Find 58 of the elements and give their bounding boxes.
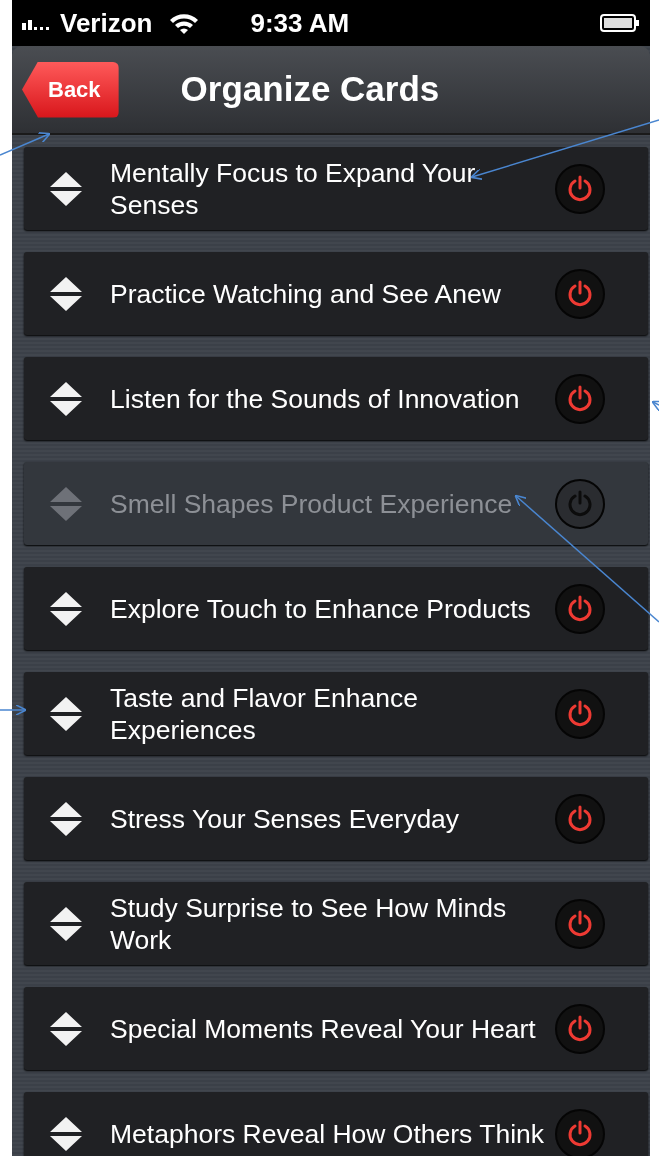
card-row[interactable]: Taste and Flavor Enhance Experiences [24,672,648,755]
card-title: Explore Touch to Enhance Products [110,592,532,625]
power-icon [567,804,593,833]
card-title: Practice Watching and See Anew [110,277,502,310]
power-toggle[interactable] [555,583,605,634]
power-toggle[interactable] [555,373,605,424]
reorder-icon[interactable] [50,591,82,626]
wifi-icon [168,11,201,35]
annotation-arrow [651,400,659,412]
card-title: Stress Your Senses Everyday [110,802,461,835]
card-row[interactable]: Mentally Focus to Expand Your Senses [24,147,648,230]
card-title: Listen for the Sounds of Innovation [110,382,521,415]
card-title: Smell Shapes Product Experience [110,487,514,520]
reorder-icon[interactable] [50,1116,82,1151]
power-icon [567,279,593,308]
power-toggle[interactable] [555,898,605,949]
power-icon [567,699,593,728]
power-icon [567,384,593,413]
battery-icon [600,13,640,33]
power-icon [567,594,593,623]
clock-time: 9:33 AM [250,6,350,40]
power-icon [567,1014,593,1043]
power-icon [567,489,593,518]
carrier-name: Verizon [60,6,153,40]
card-row[interactable]: Explore Touch to Enhance Products [24,567,648,650]
reorder-icon[interactable] [50,276,82,311]
screen-title: Organize Cards [180,68,440,111]
power-toggle[interactable] [555,1108,605,1156]
card-title: Mentally Focus to Expand Your Senses [110,156,477,221]
reorder-icon[interactable] [50,696,82,731]
card-title: Study Surprise to See How Minds Work [110,891,508,956]
annotation-arrow [0,132,51,156]
reorder-icon[interactable] [50,171,82,206]
power-icon [567,174,593,203]
card-row[interactable]: Practice Watching and See Anew [24,252,648,335]
reorder-icon[interactable] [50,801,82,836]
card-row[interactable]: Listen for the Sounds of Innovation [24,357,648,440]
power-toggle[interactable] [555,793,605,844]
power-toggle[interactable] [555,688,605,739]
card-row[interactable]: Metaphors Reveal How Others Think [24,1092,648,1156]
power-toggle[interactable] [555,478,605,529]
card-row[interactable]: Special Moments Reveal Your Heart [24,987,648,1070]
reorder-icon[interactable] [50,381,82,416]
power-icon [567,1119,593,1148]
annotation-arrow [0,703,27,717]
card-row[interactable]: Study Surprise to See How Minds Work [24,882,648,965]
card-title: Special Moments Reveal Your Heart [110,1012,537,1045]
back-button[interactable]: Back [22,61,119,118]
power-icon [567,909,593,938]
power-toggle[interactable] [555,268,605,319]
card-title: Taste and Flavor Enhance Experiences [110,681,419,746]
power-toggle[interactable] [555,1003,605,1054]
card-row[interactable]: Smell Shapes Product Experience [24,462,648,545]
power-toggle[interactable] [555,163,605,214]
reorder-icon[interactable] [50,1011,82,1046]
card-row[interactable]: Stress Your Senses Everyday [24,777,648,860]
card-title: Metaphors Reveal How Others Think [110,1117,545,1150]
reorder-icon[interactable] [50,906,82,941]
